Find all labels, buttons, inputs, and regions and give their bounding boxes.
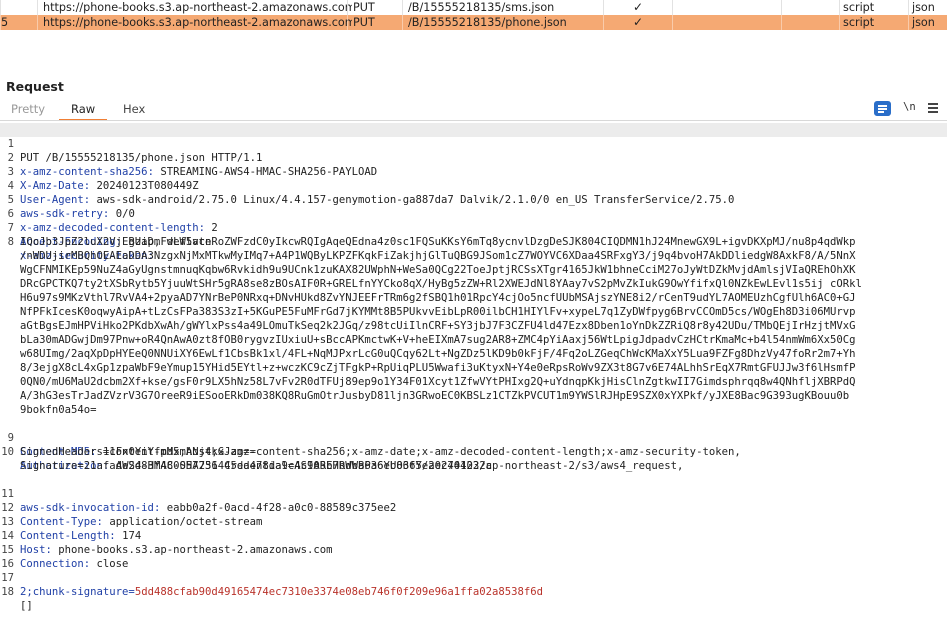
token-line: aGtBgsEJmHPViHko2PKdbXwAh/gWYlxPss4a49LO… (0, 319, 947, 333)
auth-line: Signature=21afade2d83f480057731445da478d… (0, 459, 947, 473)
editor-line: 9 Content-MD5: 11Fx0YiYfpMxmANj4kGJzg== (0, 417, 947, 458)
row-number (0, 0, 37, 15)
token-line: 0QN0/mU6MaU2dcbm2Xf+kse/gsF0r9LX5hNz58L7… (0, 375, 947, 389)
row-checkmark: ✓ (603, 0, 672, 15)
tab-pretty[interactable]: Pretty (11, 100, 45, 119)
row-extension: json (908, 0, 947, 15)
row-checkmark: ✓ (603, 15, 672, 30)
tab-hex[interactable]: Hex (123, 100, 145, 119)
token-line: WgCFNMIKEp59NuZ4aGyUgnstmnuqKqbw6Rvkidh9… (0, 263, 947, 277)
token-text: H6u97s9MKzVthl7RvVA4+2pyaAD7YNrBeP0NRxq+… (20, 292, 856, 304)
row-extension: json (908, 15, 947, 30)
editor-line: 8 x-amz-security-token: (0, 221, 947, 262)
token-line: A/3hG3esTrJadZVzrV3G7OreeR9iESooERkDm038… (0, 389, 947, 403)
token-text: 9bokfn0a54o= (20, 404, 97, 416)
row-cell-empty (781, 0, 839, 15)
token-text: w68UImg/2aqXpDpHYEeQ0NNUiXY6EwLf1CbsBk1x… (20, 348, 856, 360)
token-line: bLa30mADGwjDm97Pnw+oR4QnAwA0zt8fOB0rygvz… (0, 333, 947, 347)
editor-line: 13 Content-Length: 174 (1, 516, 142, 542)
editor-line: 18 [] (0, 571, 947, 612)
tabs-divider (0, 120, 947, 121)
auth-line: SignedHeaders=content-md5;host;x-amz-con… (0, 445, 947, 459)
editor-line: 17 2;chunk-signature=5dd488cfab90d491654… (0, 557, 947, 598)
editor-line: 12 Content-Type: application/octet-strea… (1, 502, 263, 528)
editor-line: 14 Host: phone-books.s3.ap-northeast-2.a… (1, 530, 333, 556)
token-line: H6u97s9MKzVthl7RvVA4+2pyaAD7YNrBeP0NRxq+… (0, 291, 947, 305)
chunk-signature: 5dd488cfab90d49165474ec7310e3374e08eb746… (134, 586, 544, 598)
newline-toggle-button[interactable]: \n (903, 101, 916, 119)
token-text: A/3hG3esTrJadZVzrV3G7OreeR9iESooERkDm038… (20, 390, 850, 402)
token-text: aGtBgsEJmHPViHko2PKdbXwAh/gWYlxPss4a49LO… (20, 320, 856, 332)
chunk-header: 2;chunk-signature= (20, 586, 135, 598)
token-line: 8/3ejgX8cL4xGp1zpaWbF9eYmup15YHid5EYtl+z… (0, 361, 947, 375)
editor-line: 1 PUT /B/15555218135/phone.json HTTP/1.1 (0, 123, 947, 164)
token-text: WgCFNMIKEp59NuZ4aGyUgnstmnuqKqbw6Rvkidh9… (20, 264, 856, 276)
history-row[interactable]: https://phone-books.s3.ap-northeast-2.am… (0, 0, 947, 15)
auth-text: SignedHeaders=content-md5;host;x-amz-con… (20, 446, 741, 458)
body-text: [] (20, 600, 33, 612)
row-cell-empty (672, 0, 781, 15)
token-text: IQoJb3JpZ2luX2VjEBUaDmFwLW5vcnRoZWFzdC0y… (20, 236, 856, 248)
editor-line: 4 User-Agent: aws-sdk-android/2.75.0 Lin… (0, 165, 947, 206)
editor-line: 11 aws-sdk-invocation-id: eabb0a2f-0acd-… (1, 488, 397, 514)
editor-line: 15 Connection: close (1, 544, 129, 570)
editor-line: 2 x-amz-content-sha256: STREAMING-AWS4-H… (0, 137, 947, 178)
token-text: NfPFkIcesK0oqwyAipA+tLzCsFPa383S3zI+5KGu… (20, 306, 856, 318)
row-method: PUT (347, 0, 407, 15)
auth-text: Signature=21afade2d83f480057731445da478d… (20, 460, 492, 472)
editor-line: 7 Accept-Encoding: gzip, deflate (0, 207, 947, 248)
token-line: IQoJb3JpZ2luX2VjEBUaDmFwLW5vcnRoZWFzdC0y… (0, 235, 947, 249)
request-title: Request (6, 79, 64, 94)
row-mime: script (839, 15, 911, 30)
request-editor[interactable]: 1 PUT /B/15555218135/phone.json HTTP/1.1… (0, 123, 947, 612)
tab-raw[interactable]: Raw (58, 100, 108, 121)
row-host: https://phone-books.s3.ap-northeast-2.am… (37, 0, 352, 15)
row-number: 5 (0, 15, 37, 30)
row-method: PUT (347, 15, 407, 30)
token-text: 0QN0/mU6MaU2dcbm2Xf+kse/gsF0r9LX5hNz58L7… (20, 376, 856, 388)
token-line: 9bokfn0a54o= (0, 403, 947, 417)
history-row-selected[interactable]: 5 https://phone-books.s3.ap-northeast-2.… (0, 15, 947, 30)
line-number: 18 (1, 586, 14, 598)
row-path: /B/15555218135/phone.json (402, 15, 608, 30)
token-text: DRcGPCTKQ7ty2tXSbRytb5YjuuWtSHr5gRA8se8z… (20, 278, 862, 290)
row-host: https://phone-books.s3.ap-northeast-2.am… (37, 15, 352, 30)
row-cell-empty (672, 15, 781, 30)
editor-line: 3 X-Amz-Date: 20240123T080449Z (0, 151, 947, 192)
row-mime: script (839, 0, 911, 15)
token-text: 8/3ejgX8cL4xGp1zpaWbF9eYmup15YHid5EYtl+z… (20, 362, 856, 374)
row-cell-empty (781, 15, 839, 30)
editor-line: 6 x-amz-decoded-content-length: 2 (0, 193, 947, 234)
editor-line: 16 (0, 543, 947, 570)
token-text: bLa30mADGwjDm97Pnw+oR4QnAwA0zt8fOB0rygvz… (20, 334, 856, 346)
row-path: /B/15555218135/sms.json (402, 0, 608, 15)
token-line: /nWDUjirMBQhOEAEaDDA3NzgxNjMxMTkwMyIMq7+… (0, 249, 947, 263)
editor-line: 10 Authorization: AWS4-HMAC-SHA256 Crede… (1, 446, 684, 472)
request-tabs: Pretty Raw Hex (0, 100, 947, 121)
token-line: NfPFkIcesK0oqwyAipA+tLzCsFPa383S3zI+5KGu… (0, 305, 947, 319)
token-text: /nWDUjirMBQhOEAEaDDA3NzgxNjMxMTkwMyIMq7+… (20, 250, 856, 262)
word-wrap-icon[interactable] (874, 101, 891, 116)
token-line: w68UImg/2aqXpDpHYEeQ0NNUiXY6EwLf1CbsBk1x… (0, 347, 947, 361)
menu-icon[interactable] (928, 101, 938, 119)
editor-line: 5 aws-sdk-retry: 0/0 (0, 179, 947, 220)
token-line: DRcGPCTKQ7ty2tXSbRytb5YjuuWtSHr5gRA8se8z… (0, 277, 947, 291)
